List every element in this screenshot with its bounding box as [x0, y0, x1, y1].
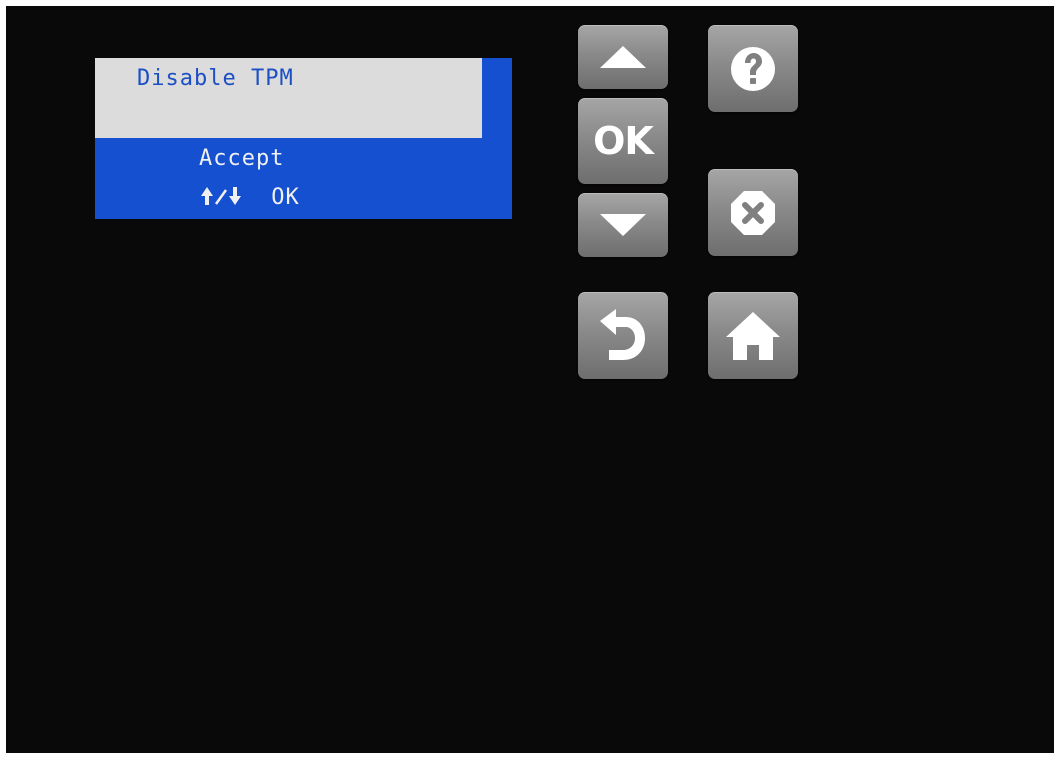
lcd-navigation-hint: OK — [199, 185, 300, 210]
cancel-button[interactable] — [708, 169, 798, 256]
lcd-display: Disable TPM Accept OK — [95, 58, 512, 219]
lcd-selected-row: Disable TPM — [95, 58, 482, 138]
home-button[interactable] — [708, 292, 798, 379]
back-button[interactable] — [578, 292, 668, 379]
down-button[interactable] — [578, 193, 668, 257]
up-down-arrows-icon — [199, 185, 257, 210]
lcd-menu-title: Disable TPM — [137, 66, 294, 91]
control-panel-screen: Disable TPM Accept OK OK — [6, 6, 1054, 753]
ok-button-label: OK — [593, 119, 654, 163]
lcd-option-accept: Accept — [199, 146, 285, 171]
ok-button[interactable]: OK — [578, 98, 668, 184]
help-button[interactable] — [708, 25, 798, 112]
up-button[interactable] — [578, 25, 668, 89]
lcd-hint-ok-label: OK — [271, 185, 300, 210]
